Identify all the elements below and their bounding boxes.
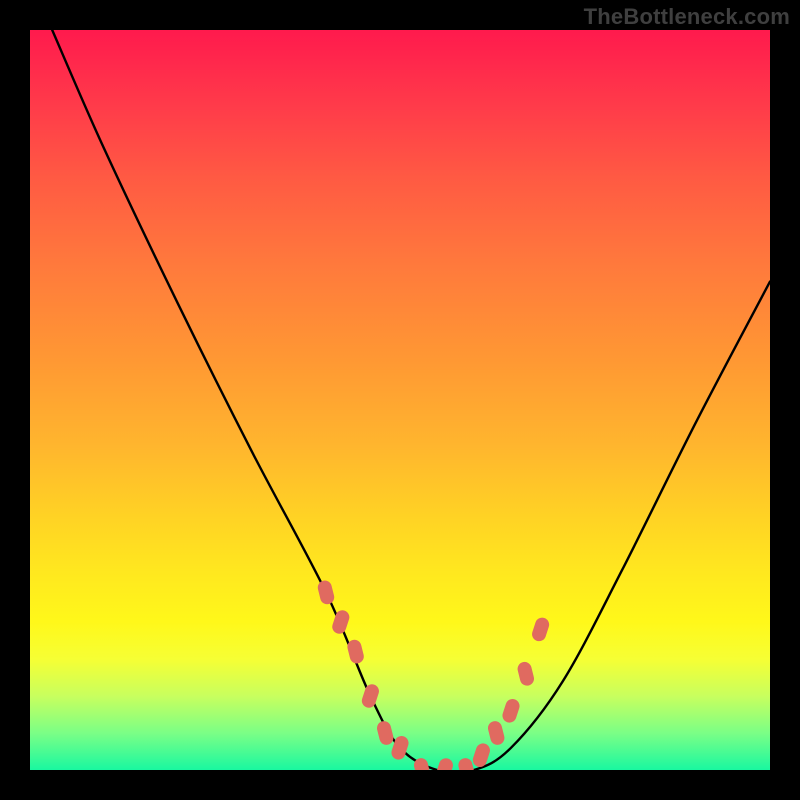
bottleneck-curve — [52, 30, 770, 770]
marker-dot — [360, 682, 381, 709]
marker-dot — [516, 660, 535, 687]
marker-dot — [487, 720, 506, 747]
plot-area — [30, 30, 770, 770]
marker-dot — [501, 697, 522, 724]
marker-dot — [530, 616, 551, 643]
outer-frame: TheBottleneck.com — [0, 0, 800, 800]
watermark-text: TheBottleneck.com — [584, 4, 790, 30]
marker-dot — [316, 579, 335, 606]
chart-svg — [30, 30, 770, 770]
marker-dot — [376, 720, 395, 747]
marker-dot — [330, 608, 351, 635]
marker-dot — [434, 756, 455, 770]
